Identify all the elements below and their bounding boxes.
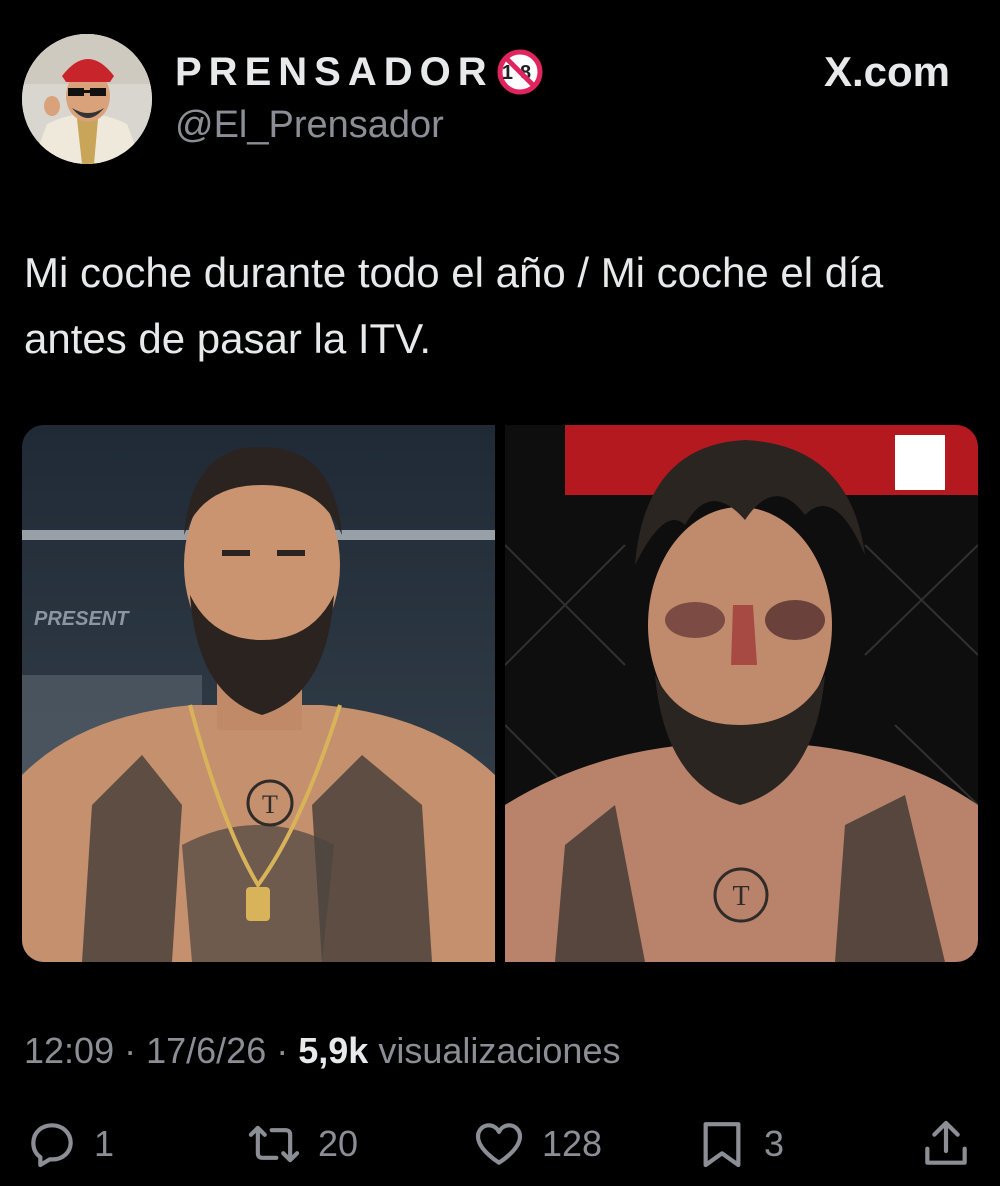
- tweet-text: Mi coche durante todo el año / Mi coche …: [24, 249, 884, 362]
- display-name-text: PRENSADOR: [175, 49, 494, 94]
- x-brand-label: X.com: [823, 48, 950, 95]
- tweet-date[interactable]: 17/6/26: [146, 1030, 266, 1071]
- views-count: 5,9k: [298, 1030, 369, 1071]
- svg-text:T: T: [262, 790, 278, 819]
- repost-button[interactable]: 20: [244, 1112, 358, 1176]
- heart-icon: [475, 1123, 523, 1165]
- user-handle[interactable]: @El_Prensador: [175, 104, 444, 147]
- repost-icon: [248, 1125, 300, 1163]
- avatar-image: [22, 34, 152, 164]
- repost-count: 20: [318, 1123, 359, 1164]
- share-button[interactable]: [918, 1112, 974, 1176]
- meta-separator: ·: [124, 1030, 147, 1071]
- tweet-media[interactable]: PRESENT T T: [22, 425, 978, 962]
- bookmark-button[interactable]: 3: [694, 1112, 784, 1176]
- bookmark-count: 3: [764, 1123, 785, 1164]
- meta-separator: ·: [276, 1030, 299, 1071]
- bookmark-icon: [703, 1122, 741, 1168]
- avatar[interactable]: [22, 34, 152, 164]
- views-label: visualizaciones: [378, 1030, 621, 1071]
- adult-content-icon: 18: [497, 49, 543, 95]
- reply-icon: [31, 1123, 73, 1168]
- svg-text:PRESENT: PRESENT: [34, 608, 130, 630]
- svg-text:T: T: [732, 881, 749, 912]
- tweet-meta: 12:09 · 17/6/26 · 5,9k visualizaciones: [24, 1030, 620, 1072]
- tweet-time[interactable]: 12:09: [24, 1030, 114, 1071]
- fighter-after-photo: T: [505, 425, 978, 962]
- tweet-actions: 1 20 128 3: [0, 1112, 1000, 1176]
- left-photo[interactable]: PRESENT T: [22, 425, 495, 962]
- like-button[interactable]: 128: [470, 1112, 602, 1176]
- reply-button[interactable]: 1: [24, 1112, 114, 1176]
- fighter-before-photo: PRESENT T: [22, 425, 495, 962]
- share-icon: [925, 1120, 967, 1165]
- display-name[interactable]: PRENSADOR 18: [175, 48, 544, 96]
- right-photo[interactable]: T: [505, 425, 978, 962]
- reply-count: 1: [94, 1123, 115, 1164]
- like-count: 128: [542, 1123, 603, 1164]
